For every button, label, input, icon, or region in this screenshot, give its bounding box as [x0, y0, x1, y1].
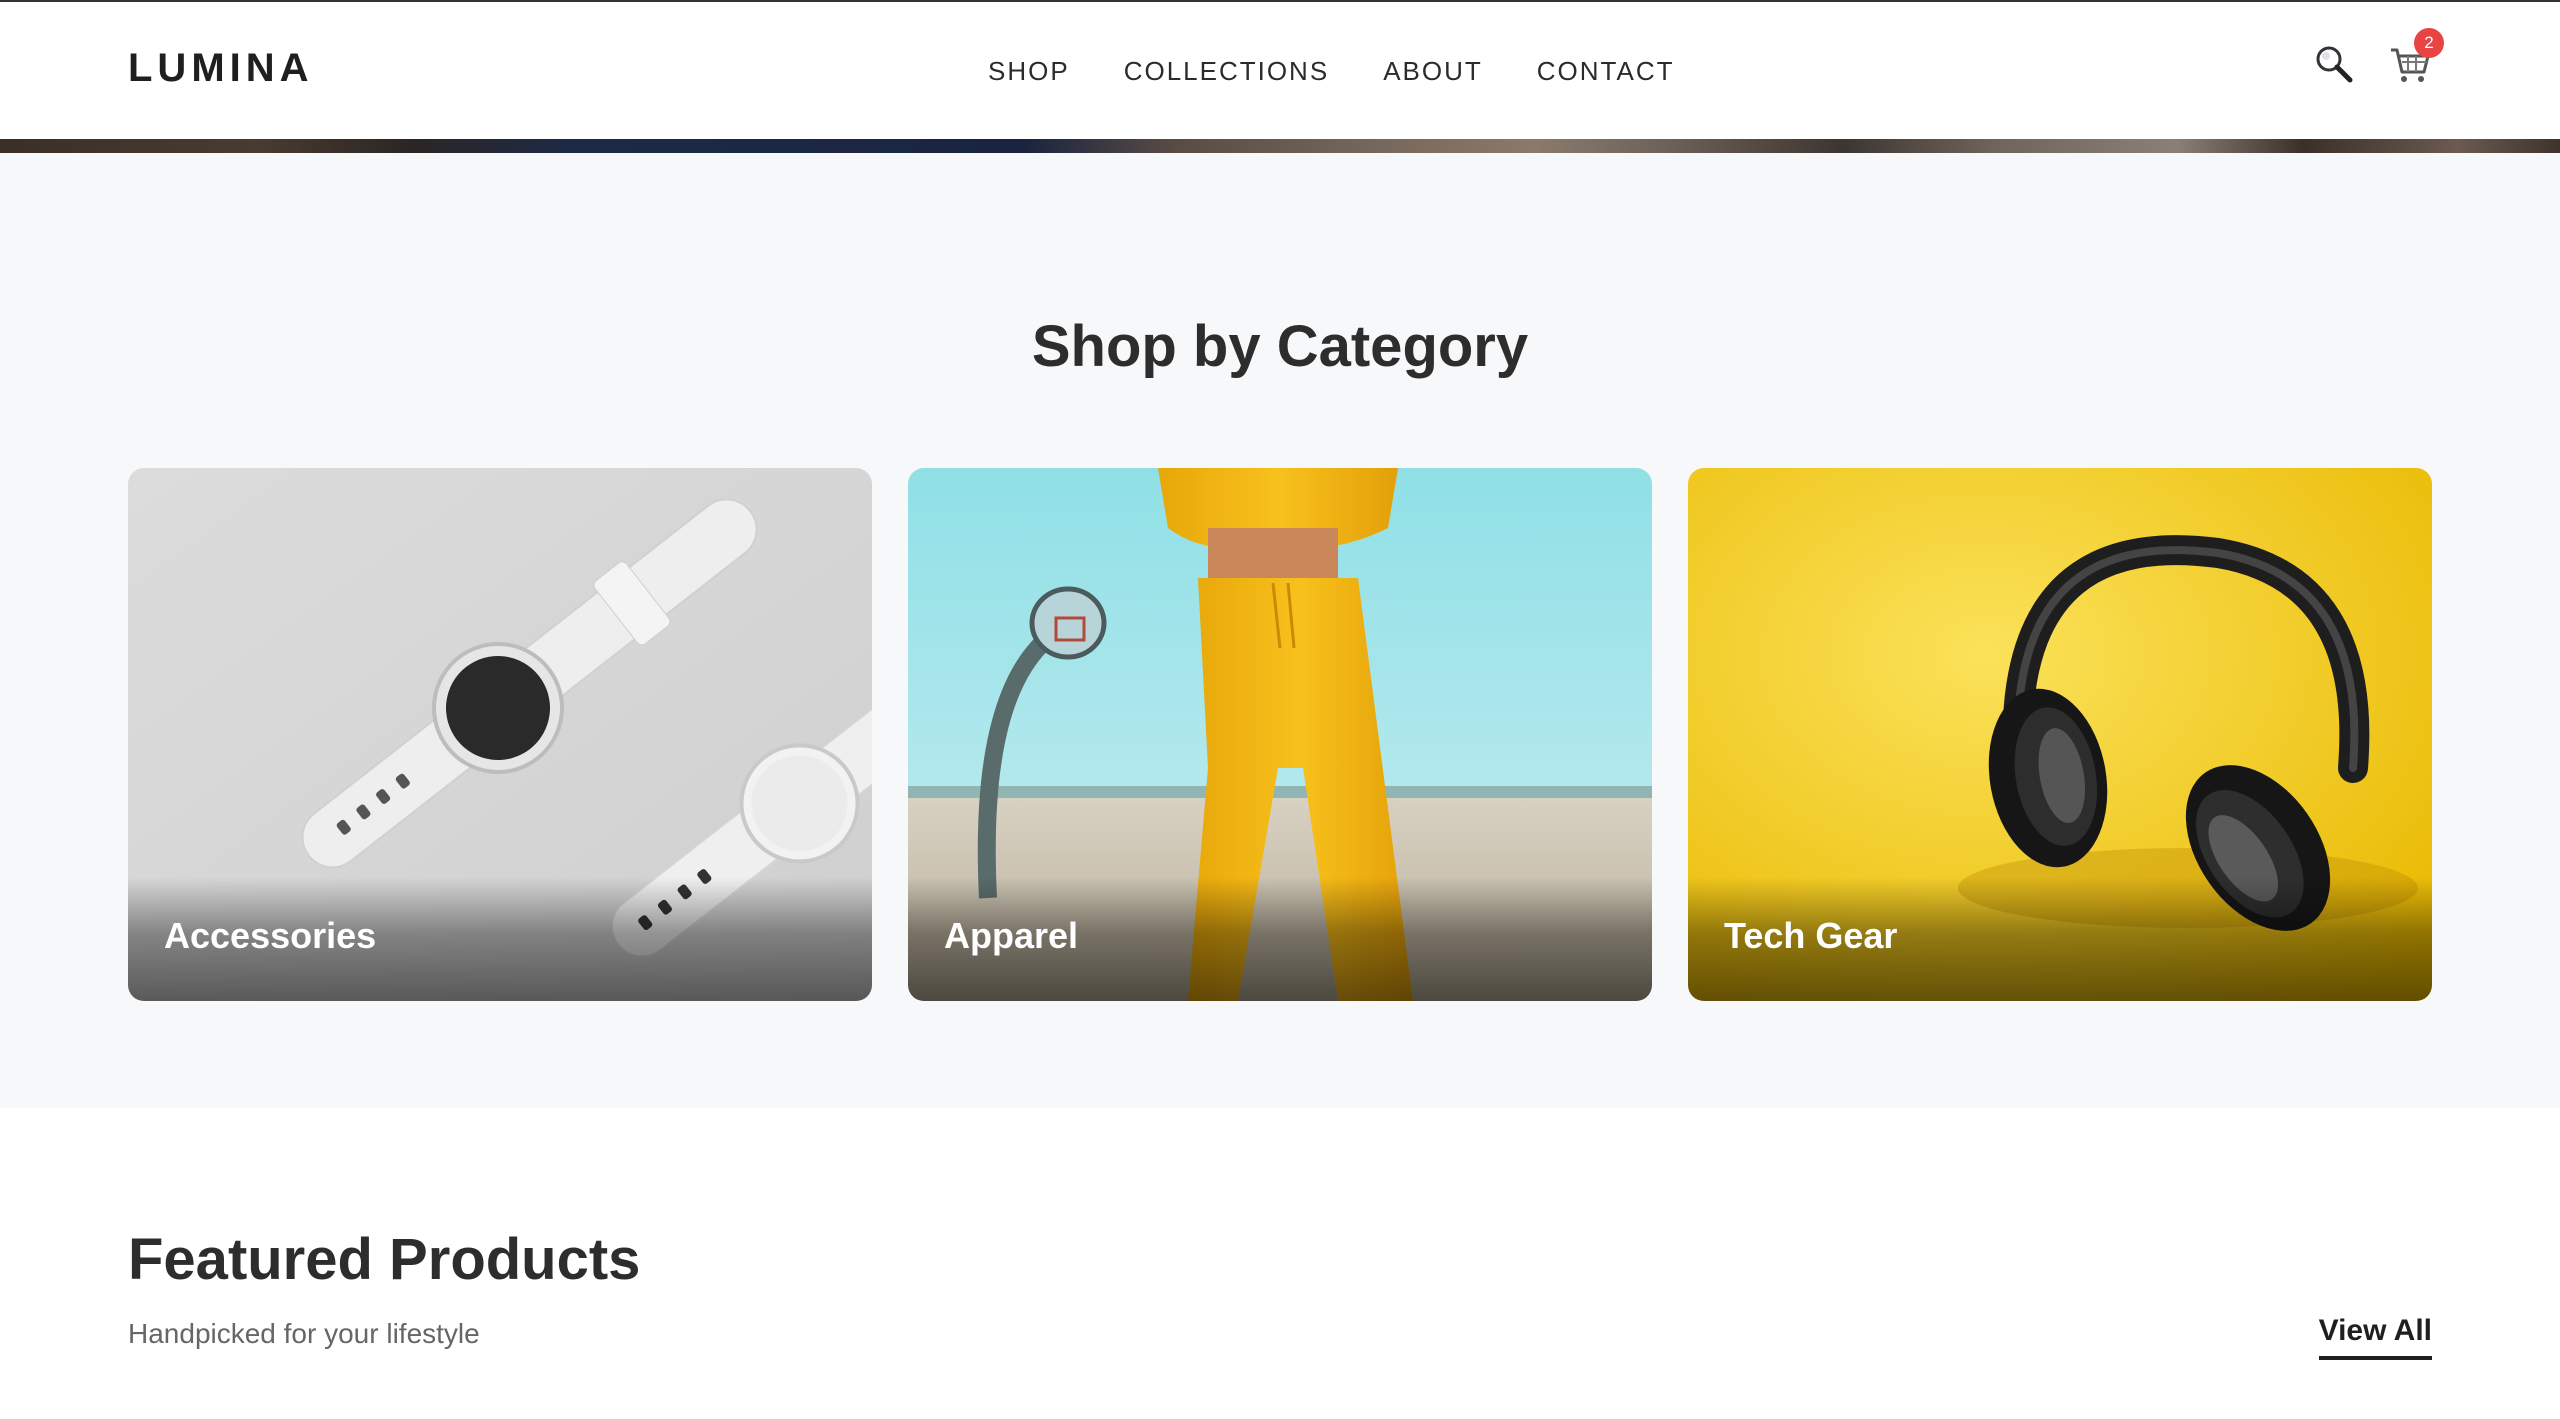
- cart-button[interactable]: 2: [2388, 28, 2444, 86]
- main-nav: SHOP COLLECTIONS ABOUT CONTACT: [988, 56, 1729, 87]
- featured-title: Featured Products: [128, 1227, 641, 1292]
- category-label: Accessories: [164, 915, 377, 956]
- category-card-apparel[interactable]: Apparel: [908, 468, 1652, 1001]
- category-label: Apparel: [944, 915, 1079, 956]
- nav-item-shop[interactable]: SHOP: [988, 56, 1070, 87]
- hero-image-strip: [0, 139, 2560, 153]
- section-title: Shop by Category: [1031, 314, 1529, 379]
- brand-logo[interactable]: LUMINA: [128, 46, 314, 91]
- category-label: Tech Gear: [1724, 915, 1898, 956]
- cart-count-badge: 2: [2414, 28, 2444, 58]
- header-actions: 2: [2312, 28, 2444, 86]
- nav-item-collections[interactable]: COLLECTIONS: [1124, 56, 1330, 87]
- search-icon: [2316, 46, 2353, 83]
- featured-subtitle: Handpicked for your lifestyle: [128, 1318, 480, 1349]
- nav-item-contact[interactable]: CONTACT: [1537, 56, 1675, 87]
- nav-item-about[interactable]: ABOUT: [1383, 56, 1483, 87]
- category-card-tech-gear[interactable]: Tech Gear: [1688, 468, 2432, 1001]
- search-button[interactable]: [2312, 42, 2356, 86]
- view-all-link[interactable]: View All: [2318, 1314, 2432, 1360]
- category-cards: Accessories Apparel Tech Gear: [128, 468, 2432, 1001]
- category-card-accessories[interactable]: Accessories: [128, 468, 872, 1001]
- site-header: LUMINA SHOP COLLECTIONS ABOUT CONTACT 2: [0, 0, 2560, 139]
- category-section: Shop by Category Accessories Apparel Tec…: [0, 153, 2560, 1108]
